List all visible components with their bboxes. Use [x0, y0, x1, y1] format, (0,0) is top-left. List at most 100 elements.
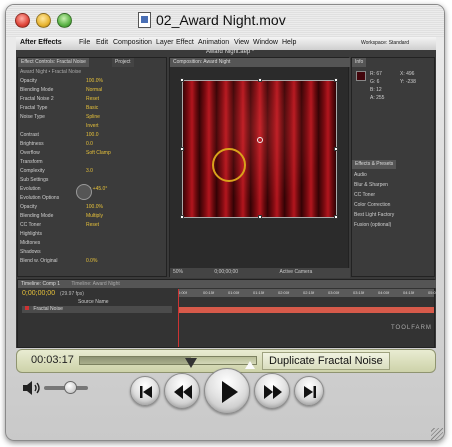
- current-time: 00:03:17: [31, 354, 74, 366]
- effect-property-value[interactable]: Basic: [86, 105, 98, 111]
- effect-property-value[interactable]: Reset: [86, 222, 99, 228]
- evolution-dial: [76, 184, 92, 200]
- effect-property-value[interactable]: 0.0%: [86, 258, 97, 264]
- effect-property-value[interactable]: 100.0%: [86, 204, 103, 210]
- info-value: R: 67: [370, 71, 382, 77]
- effect-property-row[interactable]: Blending Mode Normal: [20, 87, 166, 95]
- effect-property-row[interactable]: Sub Settings: [20, 177, 166, 185]
- effect-property-row[interactable]: Shadows: [20, 249, 166, 257]
- effect-property-row[interactable]: Invert: [20, 123, 166, 131]
- play-button[interactable]: [204, 368, 250, 414]
- toolfarm-watermark: TOOLFARM: [391, 325, 432, 331]
- layer-handle: [258, 215, 262, 219]
- effect-property-row[interactable]: Brightness 0.0: [20, 141, 166, 149]
- ae-menu-file: File: [79, 39, 91, 46]
- effect-property-label: Highlights: [20, 231, 42, 237]
- chapter-popup[interactable]: Duplicate Fractal Noise: [262, 352, 390, 370]
- effect-property-row[interactable]: Overflow Soft Clamp: [20, 150, 166, 158]
- effect-property-row[interactable]: Transform: [20, 159, 166, 167]
- effect-property-row[interactable]: Evolution 1x +45.0°: [20, 186, 166, 194]
- effect-property-value[interactable]: Multiply: [86, 213, 103, 219]
- ae-menu-view: View: [234, 39, 250, 46]
- layer-handle: [180, 147, 184, 151]
- ae-menu-edit: Edit: [96, 39, 109, 46]
- tab-project: Project: [112, 58, 134, 67]
- timeline-timecode-value: 0;00;00;00: [22, 290, 56, 297]
- effect-property-value[interactable]: Normal: [86, 87, 102, 93]
- layer-duration-bar: [178, 307, 434, 313]
- skip-to-end-button[interactable]: [294, 376, 324, 406]
- effects-list-item[interactable]: Color Correction: [354, 202, 434, 210]
- ae-menu-layer: Layer: [156, 39, 174, 46]
- movie-file-icon: [138, 12, 151, 28]
- effects-list-item[interactable]: Audio: [354, 172, 434, 180]
- effect-property-row[interactable]: Opacity 100.0%: [20, 204, 166, 212]
- effect-property-row[interactable]: Noise Type Spline: [20, 114, 166, 122]
- effect-property-row[interactable]: Contrast 100.0: [20, 132, 166, 140]
- info-value: Y: -238: [400, 79, 416, 85]
- effect-controls-panel: Effect Controls: Fractal Noise Project A…: [17, 57, 167, 277]
- effect-property-label: Noise Type: [20, 114, 45, 120]
- resize-grip[interactable]: [431, 428, 443, 440]
- effect-property-label: Complexity: [20, 168, 45, 174]
- effect-property-label: Sub Settings: [20, 177, 49, 183]
- effect-property-row[interactable]: Blending Mode Multiply: [20, 213, 166, 221]
- selection-end-marker[interactable]: [245, 361, 255, 369]
- layer-color-swatch: [25, 306, 29, 310]
- fast-forward-button[interactable]: [254, 373, 290, 409]
- info-value: X: 496: [400, 71, 415, 77]
- effect-property-row[interactable]: CC Toner Reset: [20, 222, 166, 230]
- speaker-icon: [23, 381, 40, 395]
- effects-list-item[interactable]: Blur & Sharpen: [354, 182, 434, 190]
- title-bar[interactable]: 02_Award Night.mov: [6, 5, 444, 37]
- effects-list-item[interactable]: Fusion (optional): [354, 222, 434, 230]
- effect-controls-header: Award Night • Fractal Noise: [20, 69, 82, 75]
- zoom-button[interactable]: [57, 13, 72, 28]
- minimize-button[interactable]: [36, 13, 51, 28]
- effect-property-row[interactable]: Fractal Type Basic: [20, 105, 166, 113]
- ruler-tick-label: 01:15f: [253, 290, 265, 295]
- ae-workspace-label: Workspace: Standard: [361, 40, 409, 46]
- effect-property-value[interactable]: 100.0%: [86, 78, 103, 84]
- effect-property-label: Shadows: [20, 249, 41, 255]
- ae-menu-app: After Effects: [20, 39, 62, 46]
- effect-property-row[interactable]: Blend w. Original 0.0%: [20, 258, 166, 266]
- effect-property-row[interactable]: Complexity 3.0: [20, 168, 166, 176]
- effects-list-item[interactable]: Best Light Factory: [354, 212, 434, 220]
- effect-property-row[interactable]: Evolution Options: [20, 195, 166, 203]
- effect-property-value[interactable]: 0.0: [86, 141, 93, 147]
- effect-property-row[interactable]: Midtones: [20, 240, 166, 248]
- skip-to-start-button[interactable]: [130, 376, 160, 406]
- composition-footer: 50% 0;00;00;00 Active Camera: [170, 268, 350, 278]
- anchor-point-icon: [257, 137, 263, 143]
- video-frame[interactable]: After Effects File Edit Composition Laye…: [16, 37, 436, 348]
- info-value: G: 6: [370, 79, 380, 85]
- effect-property-label: Transform: [20, 159, 43, 165]
- effect-property-label: CC Toner: [20, 222, 42, 228]
- effect-property-value[interactable]: Reset: [86, 96, 99, 102]
- effect-property-label: Evolution: [20, 186, 41, 192]
- rewind-button[interactable]: [164, 373, 200, 409]
- composition-panel: Composition: Award Night 50% 0;00;00;00 …: [169, 57, 350, 278]
- effect-property-value[interactable]: Soft Clamp: [86, 150, 111, 156]
- timeline-panel: Timeline: Comp 1 Timeline: Award Night 0…: [17, 279, 436, 348]
- ruler-tick-label: 00:15f: [203, 290, 215, 295]
- effects-list-item[interactable]: CC Toner: [354, 192, 434, 200]
- effect-property-value[interactable]: 3.0: [86, 168, 93, 174]
- effect-property-value[interactable]: 100.0: [86, 132, 99, 138]
- info-color-swatch: [356, 71, 366, 81]
- playhead-thumb[interactable]: [184, 358, 197, 368]
- scrub-track[interactable]: [79, 356, 257, 368]
- effect-property-value[interactable]: Invert: [86, 123, 99, 129]
- effect-property-value[interactable]: Spline: [86, 114, 100, 120]
- volume-knob[interactable]: [64, 381, 78, 394]
- tab-info: Info: [352, 58, 367, 67]
- rewind-icon: [174, 385, 192, 399]
- effect-property-row[interactable]: Highlights: [20, 231, 166, 239]
- ruler-tick-label: 04:15f: [403, 290, 415, 295]
- effect-property-row[interactable]: Fractal Noise 2 Reset: [20, 96, 166, 104]
- timeline-tabs: Timeline: Comp 1 Timeline: Award Night: [18, 280, 436, 288]
- close-button[interactable]: [15, 13, 30, 28]
- effect-property-row[interactable]: Opacity 100.0%: [20, 78, 166, 86]
- ruler-tick-label: 02:15f: [303, 290, 315, 295]
